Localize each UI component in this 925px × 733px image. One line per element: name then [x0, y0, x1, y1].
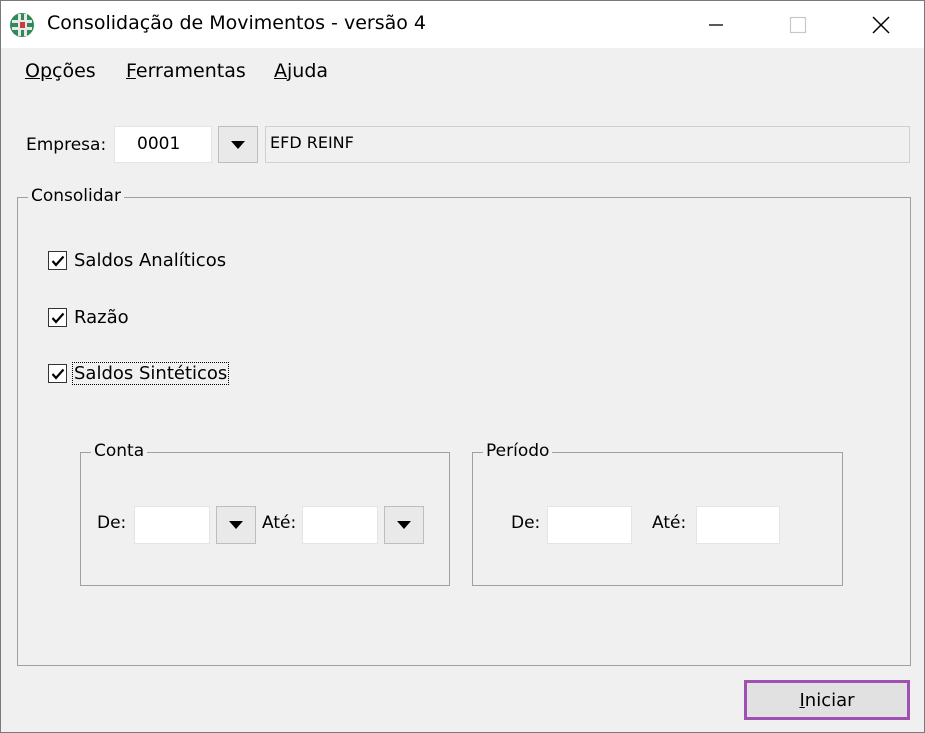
conta-de-field[interactable]	[134, 506, 210, 544]
menu-ajuda-mnemonic: A	[274, 60, 287, 82]
saldos-sinteticos-option[interactable]: Saldos Sintéticos	[48, 362, 230, 385]
iniciar-label: niciar	[804, 689, 855, 711]
conta-ate-dropdown-button[interactable]	[384, 506, 424, 544]
saldos-sinteticos-checkbox[interactable]	[48, 364, 67, 383]
app-icon	[10, 13, 34, 37]
menu-ajuda-label: juda	[287, 60, 329, 82]
conta-de-label: De:	[97, 513, 127, 533]
periodo-legend: Período	[483, 441, 553, 461]
close-button[interactable]	[849, 1, 913, 48]
title-bar: Consolidação de Movimentos - versão 4	[1, 1, 924, 48]
razao-checkbox[interactable]	[48, 308, 67, 327]
empresa-code-field[interactable]: 0001	[114, 126, 212, 163]
saldos-analiticos-checkbox[interactable]	[48, 251, 67, 270]
razao-option[interactable]: Razão	[48, 307, 130, 328]
saldos-analiticos-label: Saldos Analíticos	[74, 250, 227, 271]
consolidar-legend: Consolidar	[28, 186, 124, 206]
saldos-sinteticos-label: Saldos Sintéticos	[71, 362, 230, 385]
conta-legend: Conta	[91, 441, 148, 461]
empresa-name-field: EFD REINF	[265, 126, 910, 163]
menu-ferramentas-mnemonic: F	[126, 60, 136, 82]
menu-bar: Opções Ferramentas Ajuda	[1, 48, 924, 92]
main-window: Consolidação de Movimentos - versão 4 Op…	[0, 0, 925, 733]
conta-de-dropdown-button[interactable]	[216, 506, 256, 544]
iniciar-button[interactable]: Iniciar	[744, 680, 910, 720]
saldos-analiticos-option[interactable]: Saldos Analíticos	[48, 250, 227, 271]
menu-ajuda[interactable]: Ajuda	[274, 60, 328, 82]
menu-ferramentas-label: erramentas	[135, 60, 246, 82]
chevron-down-icon	[231, 140, 245, 149]
conta-ate-label: Até:	[262, 513, 297, 533]
periodo-de-field[interactable]	[547, 506, 632, 544]
menu-opcoes-label: ções	[52, 60, 96, 82]
periodo-ate-field[interactable]	[696, 506, 780, 544]
periodo-ate-label: Até:	[652, 513, 687, 533]
empresa-label: Empresa:	[26, 135, 107, 155]
razao-label: Razão	[74, 307, 129, 328]
maximize-icon	[789, 16, 807, 33]
chevron-down-icon	[229, 521, 243, 529]
conta-ate-field[interactable]	[302, 506, 378, 544]
minimize-button[interactable]	[684, 1, 748, 48]
empresa-dropdown-button[interactable]	[218, 126, 258, 163]
checkmark-icon	[51, 368, 64, 380]
periodo-de-label: De:	[511, 513, 541, 533]
maximize-button[interactable]	[766, 1, 830, 48]
menu-opcoes[interactable]: Opções	[25, 60, 96, 82]
menu-ferramentas[interactable]: Ferramentas	[126, 60, 246, 82]
checkmark-icon	[51, 312, 64, 324]
minimize-icon	[709, 23, 723, 26]
chevron-down-icon	[397, 521, 411, 529]
window-title: Consolidação de Movimentos - versão 4	[47, 12, 426, 34]
menu-opcoes-mnemonic-a: O	[25, 60, 40, 82]
menu-opcoes-mnemonic: p	[39, 60, 53, 82]
checkmark-icon	[51, 255, 64, 267]
close-icon	[872, 15, 890, 34]
